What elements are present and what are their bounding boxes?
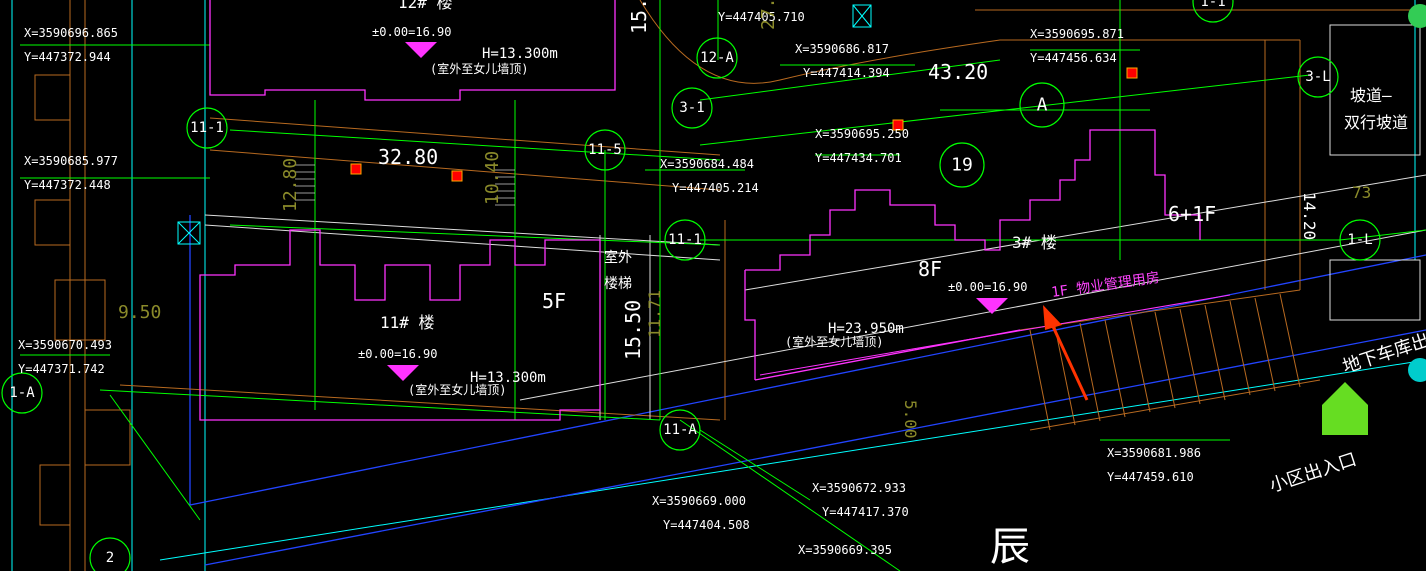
dimension: 15.50 <box>621 300 645 360</box>
building-name: 11# 楼 <box>380 313 435 332</box>
coord-y: Y=447405.214 <box>672 181 759 195</box>
dimension: 73 <box>1352 183 1371 202</box>
outdoor-stair-label: 室外 <box>604 249 632 266</box>
building-name: 12# 楼 <box>398 0 453 12</box>
coord-x: X=3590684.484 <box>660 157 754 171</box>
green-axis-lines <box>20 0 1426 571</box>
road-char: 辰 <box>990 524 1030 570</box>
grid-label: 1-1 <box>1200 0 1225 10</box>
coord-x: X=3590669.000 <box>652 494 746 508</box>
compass-edge <box>1408 358 1426 382</box>
dimension: 11.71 <box>645 290 664 338</box>
grid-label: 1-A <box>9 385 35 401</box>
property-management-label: 1F 物业管理用房 <box>1050 270 1160 301</box>
grid-bubble-edge <box>1408 4 1426 28</box>
ramp-label: 双行坡道 <box>1344 113 1408 132</box>
elevation-label: ±0.00=16.90 <box>948 280 1027 294</box>
floor-count: 8F <box>918 257 942 281</box>
grid-label: 11-1 <box>190 120 224 136</box>
coord-y: Y=447459.610 <box>1107 470 1194 484</box>
building-12-labels: 12# 楼 ±0.00=16.90 H=13.300m (室外至女儿墙顶) <box>372 0 558 76</box>
height-note: (室外至女儿墙顶) <box>408 382 506 397</box>
elevation-markers <box>387 42 1008 381</box>
building-name: 3# 楼 <box>1012 233 1057 252</box>
coord-y: Y=447434.701 <box>815 151 902 165</box>
dimension: 12.80 <box>280 158 301 212</box>
entrance-marker <box>1322 382 1368 435</box>
pointer-arrow <box>1043 305 1089 401</box>
grid-label: 3-L <box>1305 69 1330 85</box>
building-11-labels: 11# 楼 ±0.00=16.90 H=13.300m (室外至女儿墙顶) 5F <box>358 289 566 397</box>
floor-count-2: 6+1F <box>1168 202 1216 226</box>
dimension: 43.20 <box>928 60 988 84</box>
elevation-label: ±0.00=16.90 <box>372 25 451 39</box>
blue-road-lines <box>189 215 1426 566</box>
coord-y: Y=447417.370 <box>822 505 909 519</box>
coord-y: Y=447404.508 <box>663 518 750 532</box>
dimension: 5.00 <box>901 400 920 439</box>
height-note: (室外至女儿墙顶) <box>785 334 883 349</box>
dimension: 9.50 <box>118 302 161 323</box>
dimension: 32.80 <box>378 145 438 169</box>
grid-label: 19 <box>951 155 973 176</box>
grid-label: 2 <box>106 550 114 566</box>
grid-label: A <box>1037 95 1048 116</box>
dimension: 27.2 <box>758 0 779 30</box>
coord-y: Y=447372.448 <box>24 178 111 192</box>
ramp-label: 坡道— <box>1350 86 1392 105</box>
grid-label: 1-L <box>1347 232 1372 248</box>
coord-x: X=3590672.933 <box>812 481 906 495</box>
coord-x: X=3590686.817 <box>795 42 889 56</box>
coord-x: X=3590685.977 <box>24 154 118 168</box>
orange-site-boxes <box>34 74 131 526</box>
grid-circles <box>1 0 1381 571</box>
entrance-label: 小区出入口 <box>1267 449 1359 497</box>
coord-x: X=3590695.871 <box>1030 27 1124 41</box>
grid-label: 3-1 <box>679 100 704 116</box>
grid-label: 11-5 <box>588 142 622 158</box>
dimension: 10.40 <box>482 151 503 205</box>
coord-y: Y=447456.634 <box>1030 51 1117 65</box>
cad-drawing-canvas[interactable]: 11-1 12-A 3-1 11-5 19 A 11-1 1-A 3-L 11-… <box>0 0 1426 571</box>
coord-y: Y=447414.394 <box>803 66 890 80</box>
grid-label: 12-A <box>700 50 734 66</box>
height-label: H=13.300m <box>482 46 558 62</box>
grid-label: 11-A <box>663 422 697 438</box>
grid-label: 11-1 <box>668 232 702 248</box>
dimension: 14.20 <box>1300 192 1319 240</box>
coord-x: X=3590696.865 <box>24 26 118 40</box>
coord-x: X=3590670.493 <box>18 338 112 352</box>
coord-x: X=3590669.395 <box>798 543 892 557</box>
coord-x: X=3590681.986 <box>1107 446 1201 460</box>
coord-y: Y=447372.944 <box>24 50 111 64</box>
height-note: (室外至女儿墙顶) <box>430 61 528 76</box>
floor-count: 5F <box>542 289 566 313</box>
coord-x: X=3590695.250 <box>815 127 909 141</box>
elevation-label: ±0.00=16.90 <box>358 347 437 361</box>
outdoor-stair-label: 楼梯 <box>604 276 632 292</box>
dimension: 15.5 <box>627 0 651 34</box>
coord-y: Y=447371.742 <box>18 362 105 376</box>
